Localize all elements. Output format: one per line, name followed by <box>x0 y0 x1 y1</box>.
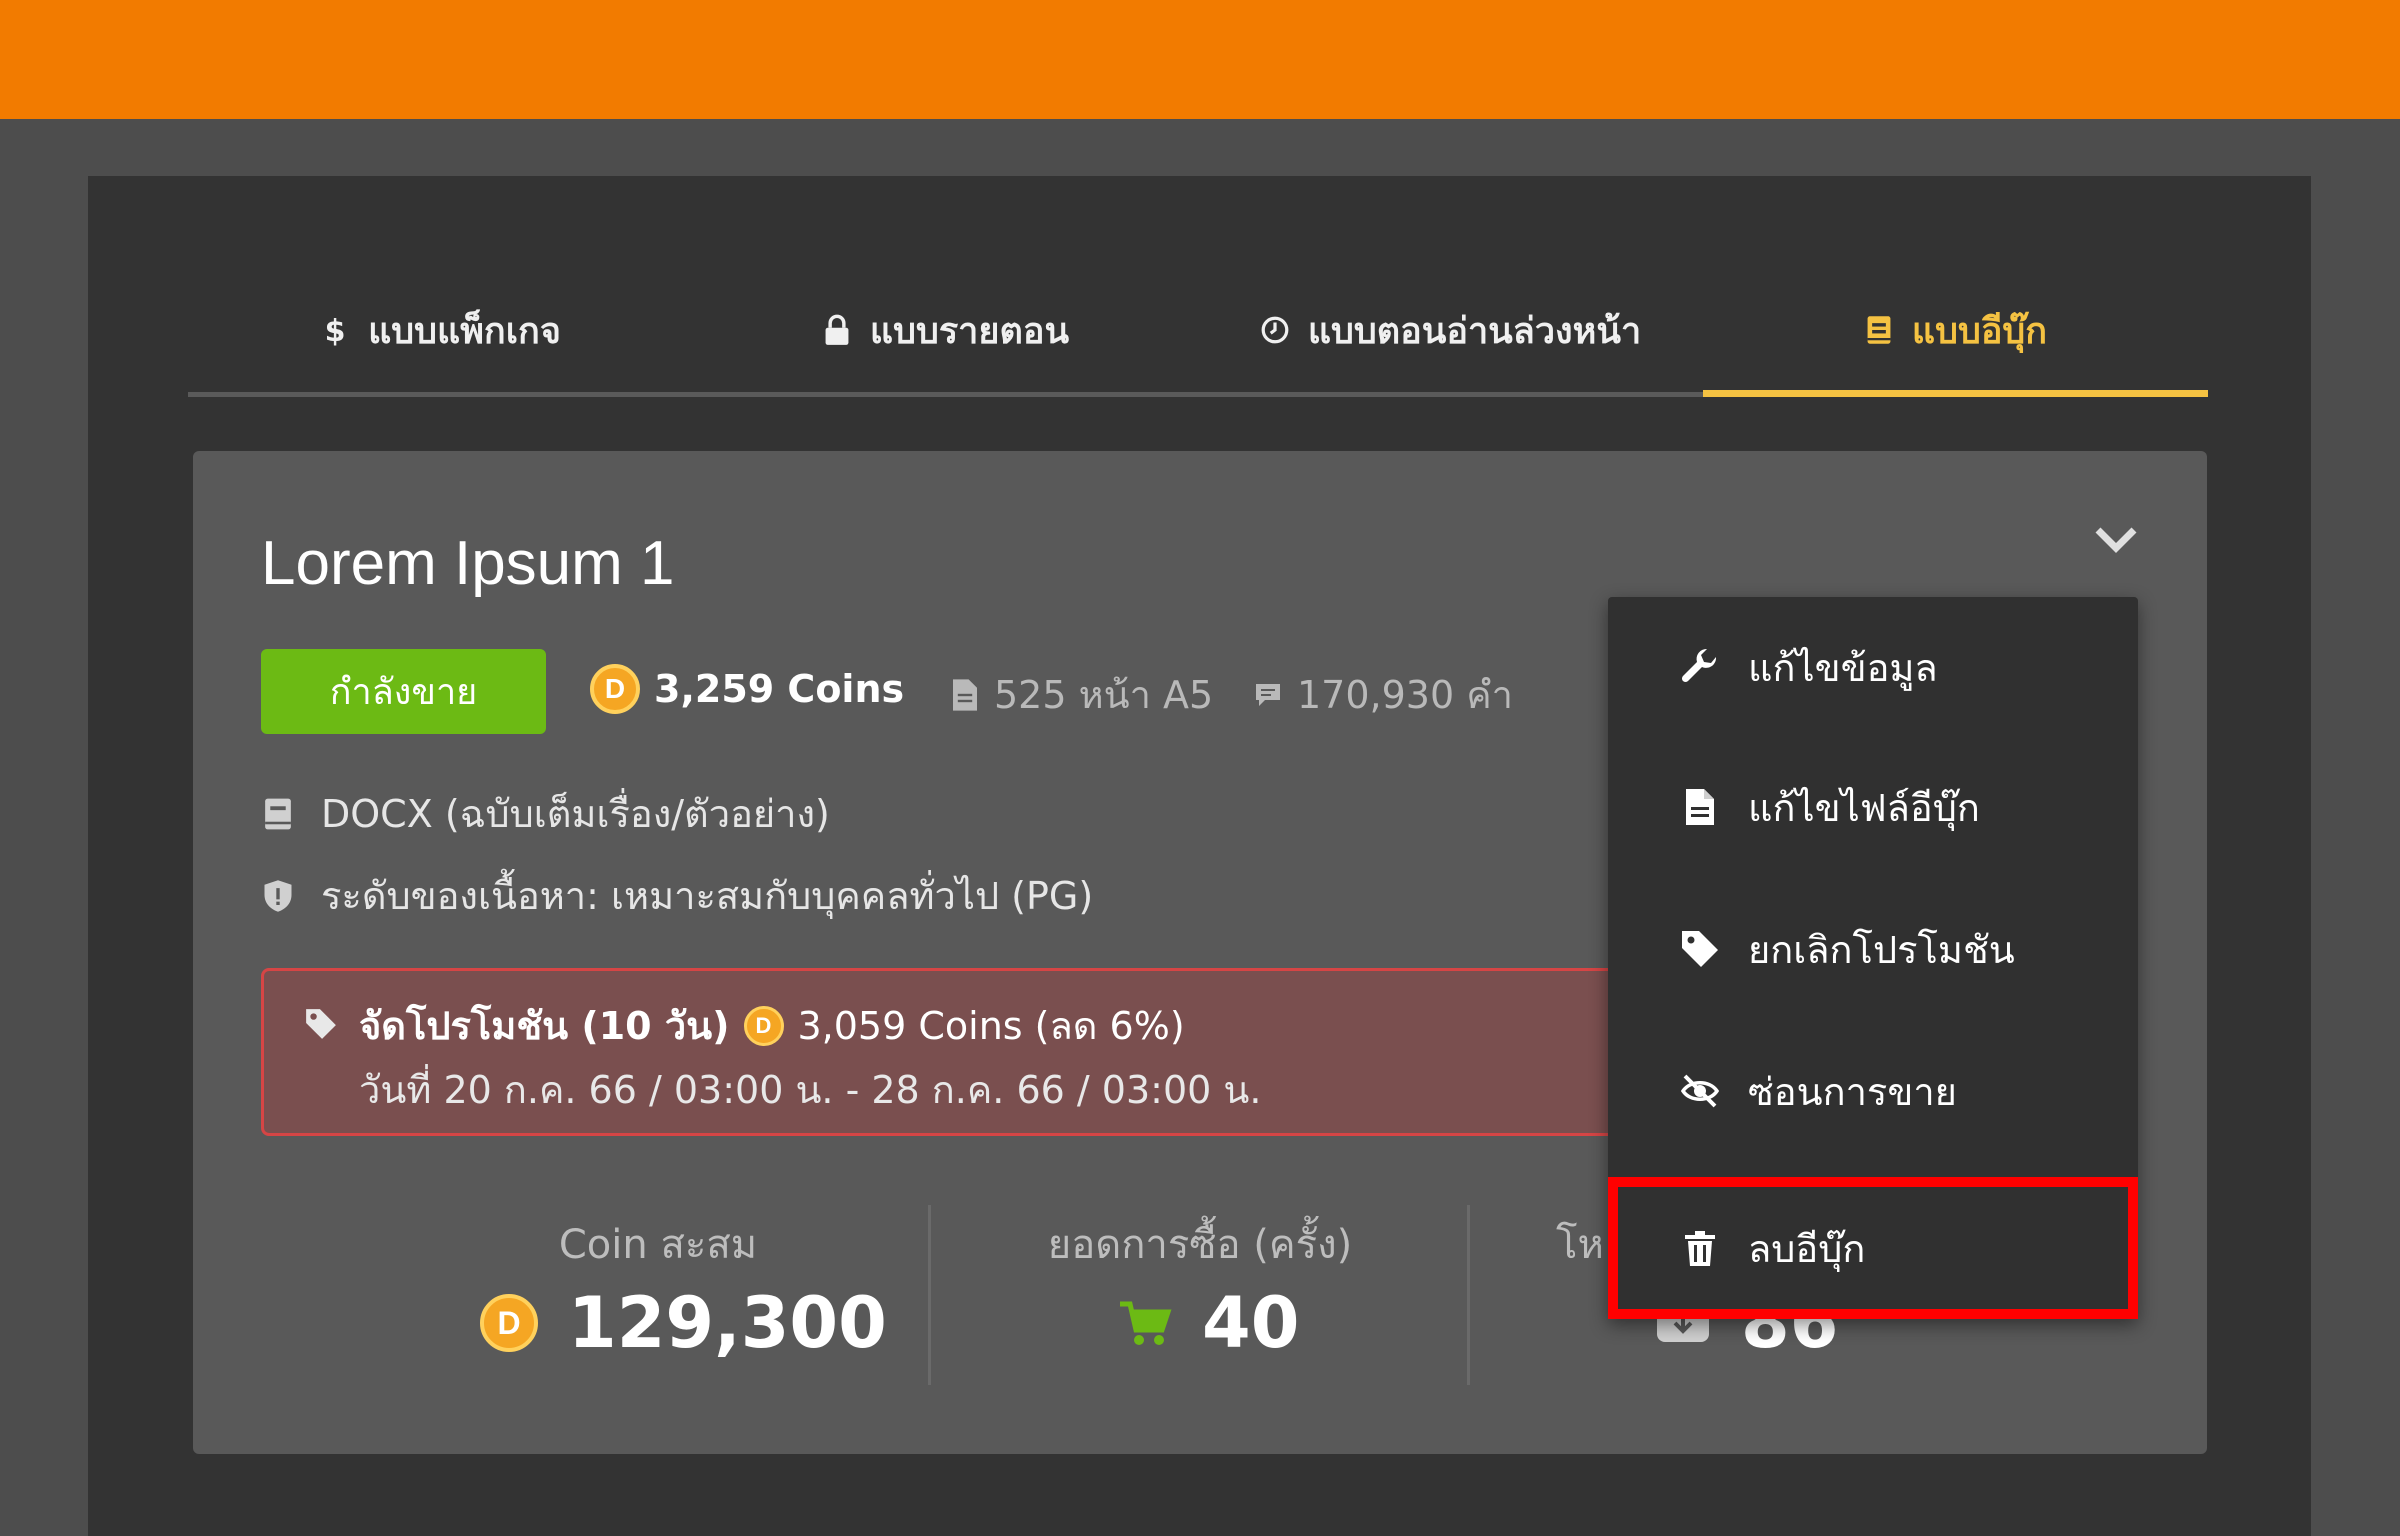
stat-divider <box>928 1205 931 1385</box>
dollar-icon: $ <box>325 314 346 346</box>
stat-divider <box>1467 1205 1470 1385</box>
coin-icon: D <box>480 1294 538 1352</box>
file-format-text: DOCX (ฉบับเต็มเรื่อง/ตัวอย่าง) <box>321 792 830 836</box>
tag-icon <box>306 1009 336 1039</box>
coin-icon: D <box>590 664 640 714</box>
tab-label: แบบอีบุ๊ก <box>1911 310 2048 352</box>
eye-slash-icon <box>1680 1074 1720 1108</box>
tab-label: แบบแพ็กเกจ <box>368 310 561 352</box>
status-badge: กำลังขาย <box>261 649 546 734</box>
menu-item-cancel-promotion[interactable]: ยกเลิกโปรโมชัน <box>1608 879 2138 1019</box>
menu-item-label: ซ่อนการขาย <box>1748 1069 1957 1114</box>
file-icon <box>1686 789 1714 825</box>
top-bar <box>0 0 2400 119</box>
menu-item-delete-ebook[interactable]: ลบอีบุ๊ก <box>1608 1177 2138 1319</box>
lock-icon <box>825 314 849 345</box>
menu-item-label: ยกเลิกโปรโมชัน <box>1748 927 2015 972</box>
tab-active-indicator <box>1703 390 2208 397</box>
file-format: DOCX (ฉบับเต็มเรื่อง/ตัวอย่าง) <box>261 783 830 844</box>
trash-icon <box>1685 1231 1715 1266</box>
menu-item-hide-sale[interactable]: ซ่อนการขาย <box>1608 1021 2138 1161</box>
stat-downloads-label: โห <box>1556 1222 1604 1268</box>
tab-package[interactable]: $ แบบแพ็กเกจ <box>188 270 693 390</box>
menu-item-edit-file[interactable]: แก้ไขไฟล์อีบุ๊ก <box>1608 737 2138 877</box>
stat-purchases-value: 40 <box>1118 1282 1299 1364</box>
clock-icon <box>1261 316 1289 344</box>
menu-item-label: แก้ไขไฟล์อีบุ๊ก <box>1748 785 1980 830</box>
stat-purchases-label: ยอดการซื้อ (ครั้ง) <box>1047 1222 1353 1268</box>
coin-icon: D <box>743 1005 784 1046</box>
promotion-price: 3,059 Coins (ลด 6%) <box>797 1004 1185 1048</box>
book-icon <box>1867 316 1891 344</box>
chevron-down-icon[interactable] <box>2092 522 2140 558</box>
price-text: 3,259 Coins <box>654 667 905 711</box>
stat-coin-label: Coin สะสม <box>558 1222 758 1268</box>
file-icon <box>953 678 977 711</box>
tab-ebook[interactable]: แบบอีบุ๊ก <box>1703 270 2208 390</box>
tab-label: แบบรายตอน <box>869 310 1070 352</box>
tab-episode[interactable]: แบบรายตอน <box>693 270 1198 390</box>
cart-icon <box>1120 1301 1172 1345</box>
shield-icon <box>264 879 292 912</box>
stat-purchases-number: 40 <box>1202 1282 1300 1364</box>
ebook-actions-menu: แก้ไขข้อมูล แก้ไขไฟล์อีบุ๊ก ยกเลิกโปรโมช… <box>1608 597 2138 1319</box>
menu-item-label: แก้ไขข้อมูล <box>1748 645 1938 690</box>
stat-coin-value: D 129,300 <box>480 1282 887 1364</box>
tab-early-access[interactable]: แบบตอนอ่านล่วงหน้า <box>1198 270 1703 390</box>
content-rating-text: ระดับของเนื้อหา: เหมาะสมกับบุคคลทั่วไป (… <box>321 874 1094 918</box>
stat-coin-number: 129,300 <box>568 1282 887 1364</box>
content-rating: ระดับของเนื้อหา: เหมาะสมกับบุคคลทั่วไป (… <box>261 865 1093 926</box>
promotion-title: จัดโปรโมชัน (10 วัน) <box>359 1004 730 1048</box>
menu-item-edit-info[interactable]: แก้ไขข้อมูล <box>1608 597 2138 737</box>
promotion-dates: วันที่ 20 ก.ค. 66 / 03:00 น. - 28 ก.ค. 6… <box>359 1068 1262 1112</box>
price-coins: D 3,259 Coins <box>590 664 904 714</box>
menu-item-label: ลบอีบุ๊ก <box>1748 1226 1866 1271</box>
word-count: 170,930 คำ <box>1253 664 1513 725</box>
svg-text:$: $ <box>325 314 346 346</box>
wrench-icon <box>1681 648 1717 683</box>
promotion-header: จัดโปรโมชัน (10 วัน) D 3,059 Coins (ลด 6… <box>359 995 1185 1056</box>
tag-icon <box>1682 931 1718 967</box>
word-count-text: 170,930 คำ <box>1297 673 1513 717</box>
book-icon <box>265 798 291 829</box>
comment-icon <box>1256 683 1280 706</box>
ebook-title: Lorem Ipsum 1 <box>261 529 675 598</box>
page-count-text: 525 หน้า A5 <box>994 673 1214 717</box>
sale-type-tabs: $ แบบแพ็กเกจ แบบรายตอน แบบตอนอ่านล่วงหน้… <box>188 270 2208 400</box>
page-count: 525 หน้า A5 <box>950 664 1213 725</box>
tab-label: แบบตอนอ่านล่วงหน้า <box>1307 310 1642 352</box>
